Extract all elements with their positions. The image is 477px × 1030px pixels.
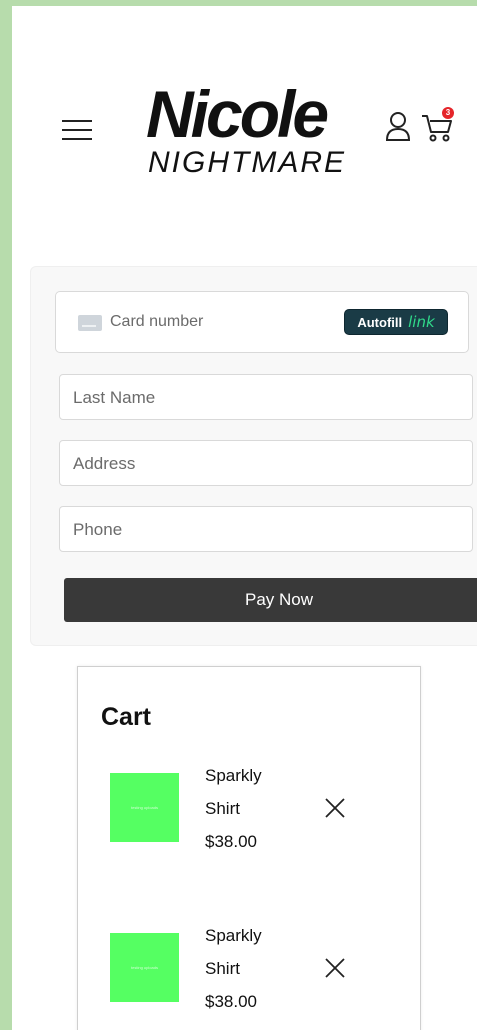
item-name-line2: Shirt [205,959,240,978]
remove-item-close-icon[interactable] [324,797,346,819]
pay-now-button[interactable]: Pay Now [64,578,477,622]
phone-placeholder: Phone [73,520,123,539]
item-name-line1: Sparkly [205,766,262,785]
cart-count-badge: 3 [442,107,454,119]
checkout-page: Nicole NIGHTMARE 3 Card number Autofill … [12,6,477,1030]
product-thumbnail[interactable]: testing uploads [110,933,179,1002]
cart-title: Cart [101,703,152,731]
phone-field[interactable]: Phone [59,506,473,552]
card-number-field[interactable]: Card number Autofill link [55,291,469,353]
user-icon[interactable] [385,110,411,144]
brand-name-bottom: NIGHTMARE [148,146,346,179]
hamburger-menu-icon[interactable] [62,117,92,143]
item-price: $38.00 [205,992,257,1011]
last-name-field[interactable]: Last Name [59,374,473,420]
cart-item: testing uploads Sparkly Shirt $38.00 [78,755,422,855]
remove-item-close-icon[interactable] [324,957,346,979]
brand-logo[interactable]: Nicole NIGHTMARE [140,76,360,186]
thumbnail-text: testing uploads [131,805,158,810]
cart-item-info: Sparkly Shirt $38.00 [205,919,305,1018]
item-price: $38.00 [205,832,257,851]
item-name-line1: Sparkly [205,926,262,945]
cart-panel: Cart testing uploads Sparkly Shirt $38.0… [77,666,421,1030]
product-thumbnail[interactable]: testing uploads [110,773,179,842]
autofill-label: Autofill [357,314,403,330]
payment-form: Card number Autofill link Last Name Addr… [30,266,477,646]
card-number-placeholder: Card number [110,313,204,330]
link-brand-label: link [408,313,435,331]
address-field[interactable]: Address [59,440,473,486]
cart-item: testing uploads Sparkly Shirt $38.00 [78,915,422,1015]
address-placeholder: Address [73,454,136,473]
brand-name-top: Nicole [146,77,329,151]
thumbnail-text: testing uploads [131,965,158,970]
credit-card-icon [78,315,102,331]
autofill-link-button[interactable]: Autofill link [344,309,448,335]
cart-item-info: Sparkly Shirt $38.00 [205,759,305,858]
last-name-placeholder: Last Name [73,388,156,407]
item-name-line2: Shirt [205,799,240,818]
